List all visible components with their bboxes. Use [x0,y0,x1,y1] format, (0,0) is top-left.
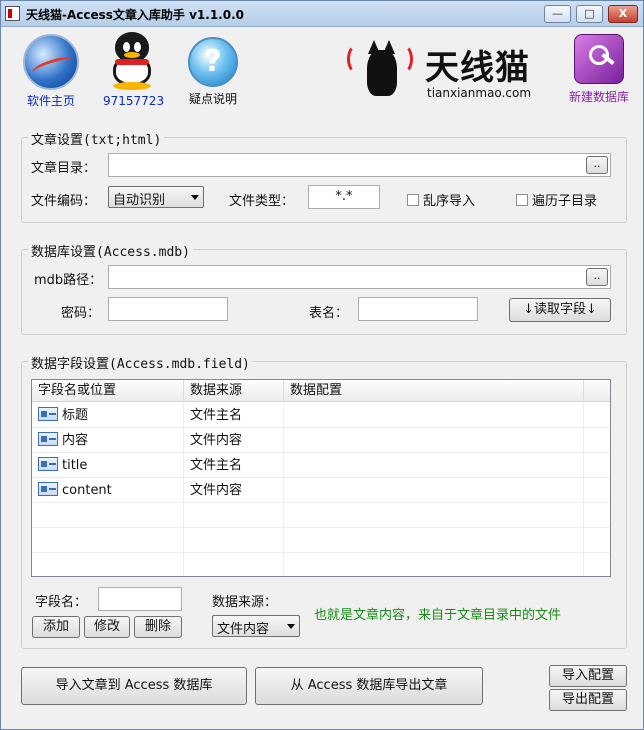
homepage-label[interactable]: 软件主页 [19,92,83,109]
encoding-label: 文件编码： [31,194,97,209]
signal-wave-right [393,44,413,74]
field-name-text: 内容 [62,433,89,448]
shuffle-import-label: 乱序导入 [423,194,476,209]
article-settings-title: 文章设置(txt;html) [28,129,165,148]
delete-field-button[interactable]: 删除 [134,616,182,638]
table-name-input[interactable] [358,297,478,321]
data-source-hint: 也就是文章内容，来自于文章目录中的文件 [314,608,562,623]
field-icon [38,457,58,471]
help-label[interactable]: 疑点说明 [181,90,245,107]
table-row[interactable]: 内容 文件内容 [32,428,610,453]
filetype-input[interactable]: *.* [308,185,380,209]
qq-tool[interactable]: 97157723 [103,32,164,108]
article-dir-input[interactable] [108,153,611,177]
add-field-button[interactable]: 添加 [32,616,80,638]
field-name-input[interactable] [98,587,182,611]
encoding-select[interactable]: 自动识别 [108,186,204,208]
chevron-down-icon [191,195,199,200]
article-dir-label: 文章目录： [31,161,97,176]
export-config-button[interactable]: 导出配置 [549,689,627,711]
field-name-text: title [62,458,88,473]
empty-row [32,553,610,576]
empty-row [32,528,610,553]
field-name-text: 标题 [62,408,89,423]
password-input[interactable] [108,297,228,321]
new-database-label[interactable]: 新建数据库 [563,88,635,105]
shuffle-import-checkbox[interactable]: 乱序导入 [407,190,475,209]
field-icon [38,432,58,446]
table-header: 字段名或位置 数据来源 数据配置 [32,380,610,402]
data-source-cell: 文件主名 [184,453,284,478]
column-header-data-source[interactable]: 数据来源 [184,380,284,402]
mdb-path-input[interactable] [108,265,611,289]
qq-penguin-icon [107,32,157,92]
field-name-cell: content [32,478,184,503]
field-name-cell: 内容 [32,428,184,453]
field-settings-title: 数据字段设置(Access.mdb.field) [28,353,253,372]
homepage-tool[interactable]: 软件主页 [19,34,83,109]
globe-icon [23,34,79,90]
brand-name: 天线猫 [425,48,530,88]
table-row[interactable]: 标题 文件主名 [32,403,610,428]
brand-logo[interactable]: 天线猫 tianxianmao.com [343,36,543,106]
field-name-label: 字段名： [35,595,88,610]
empty-row [32,503,610,528]
app-icon [5,6,20,21]
key-icon [574,34,624,84]
data-config-cell [284,428,584,453]
close-button[interactable]: X [608,5,638,23]
data-source-label: 数据来源： [212,595,278,610]
db-settings-title: 数据库设置(Access.mdb) [28,241,193,260]
mdb-path-label: mdb路径： [34,273,103,288]
data-source-cell: 文件内容 [184,428,284,453]
field-icon [38,482,58,496]
app-window: 天线猫-Access文章入库助手 v1.1.0.0 — □ X 软件主页 971… [0,0,644,730]
data-source-cell: 文件主名 [184,403,284,428]
mdb-path-browse-button[interactable]: .. [586,268,608,286]
maximize-button[interactable]: □ [576,5,603,23]
table-row[interactable]: content 文件内容 [32,478,610,503]
brand-domain: tianxianmao.com [427,86,532,100]
qq-label[interactable]: 97157723 [103,94,164,108]
checkbox-box [516,194,528,206]
data-config-cell [284,453,584,478]
data-source-select[interactable]: 文件内容 [212,615,300,637]
column-header-field-name[interactable]: 字段名或位置 [32,380,184,402]
toolbar: 软件主页 97157723 ? 疑点说明 天线猫 tianxianmao.com… [1,28,643,114]
data-config-cell [284,478,584,503]
checkbox-box [407,194,419,206]
db-settings-group: 数据库设置(Access.mdb) [21,241,627,335]
traverse-subdir-label: 遍历子目录 [532,194,598,209]
help-icon: ? [188,37,238,87]
new-database-tool[interactable]: 新建数据库 [563,34,635,105]
export-from-access-button[interactable]: 从 Access 数据库导出文章 [255,667,483,705]
help-tool[interactable]: ? 疑点说明 [181,34,245,107]
article-dir-browse-button[interactable]: .. [586,156,608,174]
column-header-data-config[interactable]: 数据配置 [284,380,584,402]
fields-table[interactable]: 字段名或位置 数据来源 数据配置 标题 文件主名 内容 文件内容 title 文… [31,379,611,577]
title-bar[interactable]: 天线猫-Access文章入库助手 v1.1.0.0 — □ X [1,1,643,27]
import-config-button[interactable]: 导入配置 [549,665,627,687]
encoding-value: 自动识别 [113,193,166,208]
field-name-text: content [62,483,112,498]
field-icon [38,407,58,421]
field-name-cell: 标题 [32,403,184,428]
field-name-cell: title [32,453,184,478]
chevron-down-icon [287,624,295,629]
table-name-label: 表名： [309,306,349,321]
import-to-access-button[interactable]: 导入文章到 Access 数据库 [21,667,247,705]
traverse-subdir-checkbox[interactable]: 遍历子目录 [516,190,597,209]
table-row[interactable]: title 文件主名 [32,453,610,478]
article-settings-group: 文章设置(txt;html) [21,129,627,223]
minimize-button[interactable]: — [544,5,571,23]
password-label: 密码： [61,306,101,321]
window-title: 天线猫-Access文章入库助手 v1.1.0.0 [26,8,244,22]
edit-field-button[interactable]: 修改 [84,616,130,638]
data-source-value: 文件内容 [217,622,270,637]
data-config-cell [284,403,584,428]
data-source-cell: 文件内容 [184,478,284,503]
filetype-label: 文件类型： [229,194,295,209]
read-fields-button[interactable]: ↓读取字段↓ [509,298,611,322]
